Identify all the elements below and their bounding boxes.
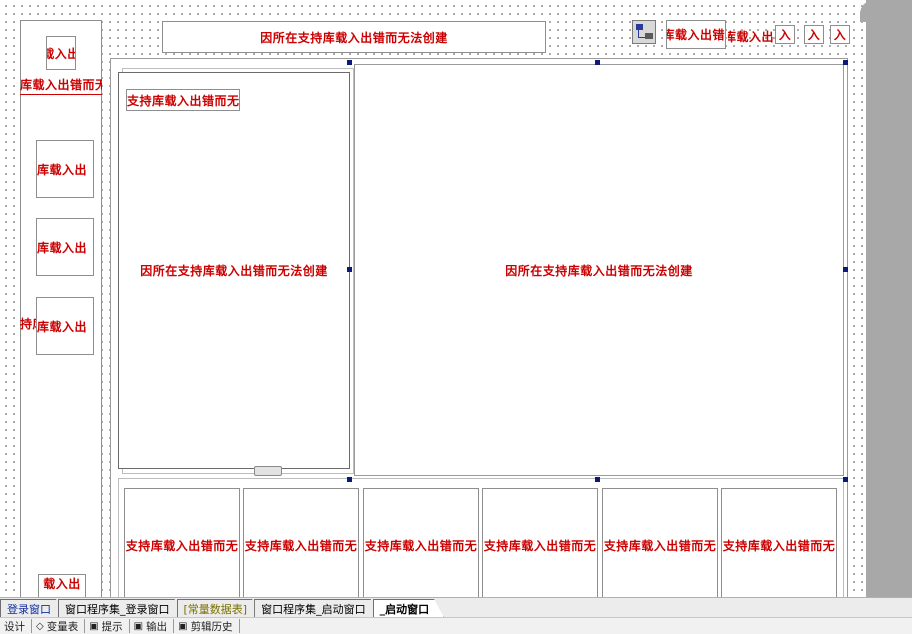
left-content-panel[interactable]: 因所在支持库载入出错而无法创建 — [118, 72, 350, 469]
left-panel-button-3[interactable]: 库载入出 — [36, 297, 94, 355]
selection-handle[interactable] — [843, 477, 848, 482]
top-right-control-4[interactable]: 入 — [804, 25, 824, 44]
panel-variables[interactable]: ◇ 变量表 — [32, 619, 86, 633]
panel-label: 变量表 — [46, 620, 79, 633]
control-text: 库载入出错而无 — [20, 77, 102, 92]
control-text: 支持库载入出错而无 — [603, 538, 717, 553]
top-right-control-2[interactable]: 库载入出 — [728, 27, 774, 45]
selection-handle[interactable] — [595, 477, 600, 482]
selection-handle[interactable] — [843, 267, 848, 272]
top-right-control-5[interactable]: 入 — [830, 25, 850, 44]
bottom-cell-4[interactable]: 支持库载入出错而无 — [482, 488, 598, 597]
left-panel-bottom-control[interactable]: 载入出 — [38, 574, 86, 597]
panel-label: 提示 — [101, 620, 123, 633]
bottom-cell-5[interactable]: 支持库载入出错而无 — [602, 488, 718, 597]
variable-icon: ◇ — [36, 620, 44, 632]
tab-label: 窗口程序集_启动窗口 — [261, 603, 366, 616]
control-text: 入 — [807, 28, 821, 42]
clipboard-icon: ▣ — [178, 620, 188, 632]
scroll-indicator[interactable] — [254, 466, 282, 476]
selection-handle[interactable] — [347, 60, 352, 65]
control-text: 库载入出 — [37, 240, 88, 255]
tab-label: _启动窗口 — [379, 603, 430, 616]
panel-hint[interactable]: ▣ 提示 — [85, 619, 130, 633]
control-text: 支持库载入出错而无 — [125, 538, 239, 553]
top-right-control-3[interactable]: 入 — [775, 25, 795, 44]
left-panel-top-control[interactable]: 载入出 — [46, 36, 76, 70]
output-icon: ▣ — [133, 620, 144, 632]
form-designer-canvas[interactable]: 因所在支持库载入出错而无法创建 库载入出错 库载入出 入 入 入 载入出 库载入… — [0, 0, 866, 597]
left-content-label[interactable]: 支持库载入出错而无 — [126, 89, 240, 111]
panel-output[interactable]: ▣ 输出 — [130, 619, 175, 633]
control-text: 入 — [778, 28, 792, 42]
tab-constant-table[interactable]: [常量数据表] — [177, 599, 263, 618]
window-tab-bar: 登录窗口 窗口程序集_登录窗口 [常量数据表] 窗口程序集_启动窗口 _启动窗口 — [0, 597, 912, 618]
tab-login-window-program[interactable]: 窗口程序集_登录窗口 — [58, 599, 185, 618]
hint-icon: ▣ — [89, 620, 99, 632]
left-panel-button-2[interactable]: 库载入出 — [36, 218, 94, 276]
control-text: 载入出 — [43, 577, 81, 591]
control-text: 库载入出 — [728, 29, 774, 44]
bottom-panel-bar: 设计 ◇ 变量表 ▣ 提示 ▣ 输出 ▣ 剪辑历史 — [0, 617, 912, 634]
bottom-cell-6[interactable]: 支持库载入出错而无 — [721, 488, 837, 597]
panel-label: 设计 — [4, 620, 25, 633]
tab-label: 登录窗口 — [7, 603, 51, 616]
right-content-error-text: 因所在支持库载入出错而无法创建 — [505, 263, 693, 278]
control-text: 入 — [833, 28, 847, 42]
bottom-cell-2[interactable]: 支持库载入出错而无 — [243, 488, 359, 597]
control-text: 库载入出错 — [666, 28, 725, 42]
left-content-error-text: 因所在支持库载入出错而无法创建 — [140, 264, 328, 278]
selection-handle[interactable] — [347, 267, 352, 272]
tab-label: 窗口程序集_登录窗口 — [65, 603, 170, 616]
tab-login-window[interactable]: 登录窗口 — [0, 599, 66, 618]
control-text: 支持库载入出错而无 — [483, 538, 597, 553]
selection-handle[interactable] — [843, 60, 848, 65]
top-title-error-text: 因所在支持库载入出错而无法创建 — [260, 30, 448, 45]
tab-label: [常量数据表] — [183, 603, 248, 616]
control-text: 库载入出 — [37, 162, 88, 177]
control-text: 库载入出 — [37, 319, 88, 334]
left-panel-label[interactable]: 库载入出错而无 — [20, 74, 102, 95]
selection-handle[interactable] — [347, 477, 352, 482]
tab-startup-window-program[interactable]: 窗口程序集_启动窗口 — [254, 599, 381, 618]
control-text: 载入出 — [47, 46, 75, 61]
canvas-corner — [860, 0, 912, 22]
panel-label: 剪辑历史 — [190, 620, 233, 633]
control-text: 支持库载入出错而无 — [722, 538, 836, 553]
left-panel-button-1[interactable]: 库载入出 — [36, 140, 94, 198]
top-title-control[interactable]: 因所在支持库载入出错而无法创建 — [162, 21, 546, 53]
canvas-outside-area — [866, 0, 912, 597]
panel-clip-history[interactable]: ▣ 剪辑历史 — [174, 619, 240, 633]
control-text: 支持库载入出错而无 — [364, 538, 478, 553]
bottom-cell-1[interactable]: 支持库载入出错而无 — [124, 488, 240, 597]
control-text: 支持库载入出错而无 — [244, 538, 358, 553]
panel-label: 输出 — [146, 620, 168, 633]
control-text: 支持库载入出错而无 — [127, 93, 240, 108]
right-content-panel[interactable]: 因所在支持库载入出错而无法创建 — [354, 64, 844, 476]
bottom-cell-3[interactable]: 支持库载入出错而无 — [363, 488, 479, 597]
component-icon[interactable] — [632, 20, 656, 44]
panel-design[interactable]: 设计 — [0, 619, 32, 633]
selection-handle[interactable] — [595, 60, 600, 65]
tab-startup-window[interactable]: _启动窗口 — [373, 599, 445, 618]
top-right-control-1[interactable]: 库载入出错 — [666, 20, 726, 49]
